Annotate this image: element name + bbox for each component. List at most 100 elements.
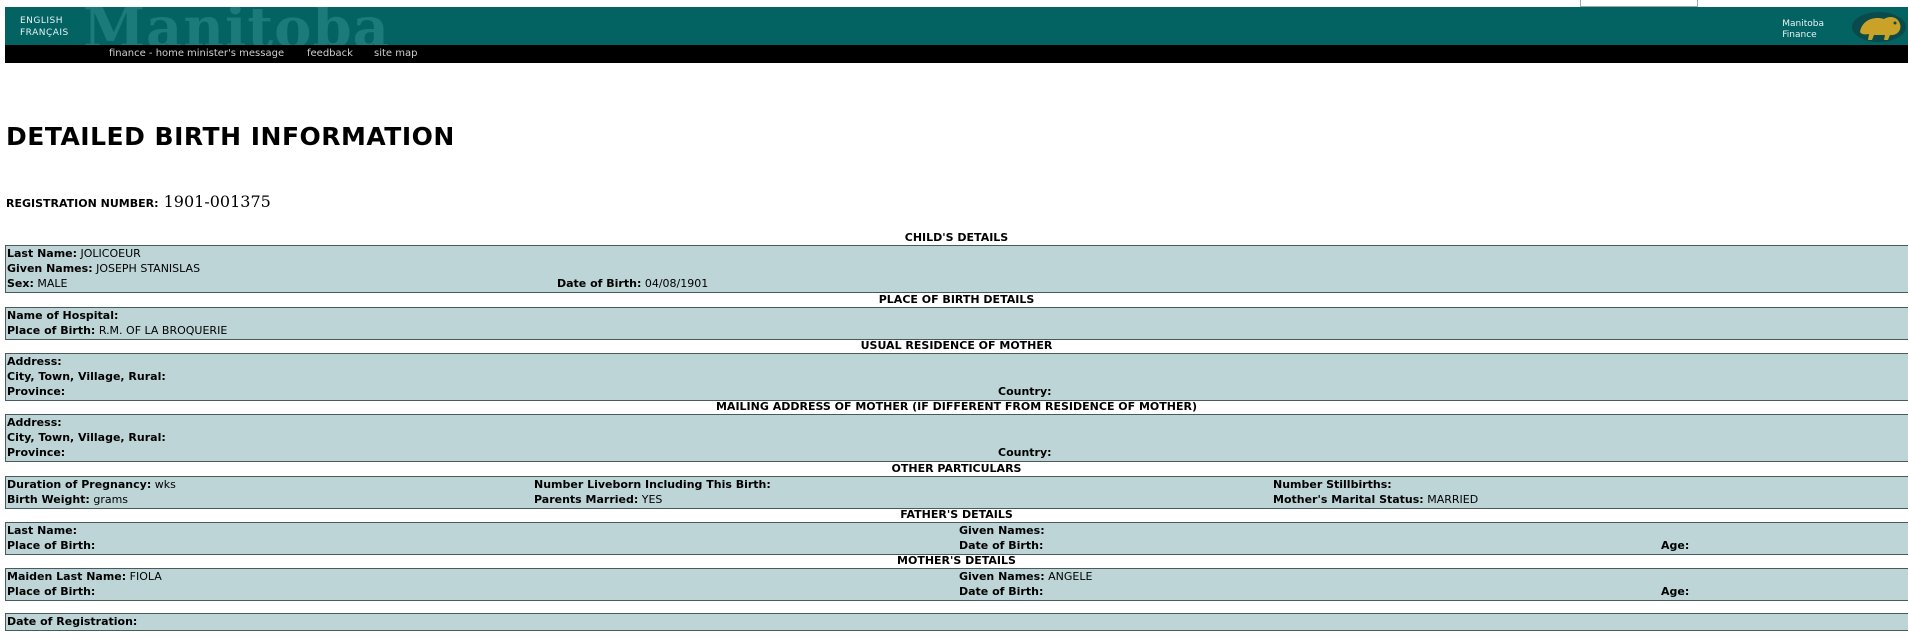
field-label: Maiden Last Name: [7,570,127,583]
child-date-of-birth: 04/08/1901 [644,277,709,290]
nav-finance-home[interactable]: finance - home [109,48,184,59]
registration-number: REGISTRATION NUMBER: 1901-001375 [6,192,271,211]
field-label: Name of Hospital: [7,309,119,322]
dept-line-2: Finance [1782,30,1817,40]
field-label: Address: [7,416,62,429]
field-label: Address: [7,355,62,368]
field-label: Sex: [7,277,34,290]
registration-label: REGISTRATION NUMBER: [6,197,159,210]
section-heading: PLACE OF BIRTH DETAILS [878,293,1035,306]
field-label: Date of Birth: [959,585,1044,598]
place-of-birth-section: PLACE OF BIRTH DETAILS Name of Hospital:… [5,293,1908,340]
field-label: Province: [7,385,66,398]
record-row: Place of Birth: Date of Birth: Age: [6,584,1908,599]
section-heading: CHILD'S DETAILS [904,231,1009,244]
field-label: Date of Registration: [7,615,138,628]
mother-marital-status: MARRIED [1427,493,1479,506]
field-label: Country: [998,446,1052,459]
birth-weight: grams [93,493,129,506]
manitoba-watermark: Manitoba [83,7,390,45]
place-of-birth: R.M. OF LA BROQUERIE [98,324,228,337]
field-label: Given Names: [959,570,1045,583]
nav-feedback[interactable]: feedback [307,48,353,59]
record-row: Place of Birth: Date of Birth: Age: [6,538,1908,553]
record-row: Given Names: JOSEPH STANISLAS [6,261,1908,276]
field-label: Place of Birth: [7,324,96,337]
record-row: Address: [6,354,1908,369]
record-row: Name of Hospital: [6,308,1908,323]
lang-english-link[interactable]: ENGLISH [20,15,69,27]
section-heading: MOTHER'S DETAILS [897,554,1016,567]
field-label: Mother's Marital Status: [1273,493,1424,506]
nav-bar: finance - home minister's message feedba… [5,45,1908,63]
search-input[interactable] [1580,0,1698,7]
record-row: Province: Country: [6,384,1908,399]
record-row: Last Name: Given Names: [6,523,1908,538]
field-label: Last Name: [7,524,78,537]
field-label: Duration of Pregnancy: [7,478,152,491]
registration-date-section: Date of Registration: [5,613,1908,631]
field-label: City, Town, Village, Rural: [7,370,166,383]
record-row: City, Town, Village, Rural: [6,369,1908,384]
section-heading: MAILING ADDRESS OF MOTHER (IF DIFFERENT … [715,400,1198,413]
record-row: Last Name: JOLICOEUR [6,246,1908,261]
header-banner: ENGLISH FRANÇAIS Manitoba Manitoba Finan… [5,7,1908,45]
father-details-section: FATHER'S DETAILS Last Name: Given Names:… [5,508,1908,555]
section-heading: USUAL RESIDENCE OF MOTHER [860,339,1053,352]
field-label: City, Town, Village, Rural: [7,431,166,444]
child-details-box: Last Name: JOLICOEUR Given Names: JOSEPH… [5,245,1908,293]
dept-line-1: Manitoba [1782,19,1824,29]
field-label: Date of Birth: [959,539,1044,552]
field-label: Province: [7,446,66,459]
record-row: Duration of Pregnancy: wks Number Livebo… [6,477,1908,492]
field-label: Parents Married: [534,493,639,506]
field-label: Age: [1661,539,1690,552]
registration-date-box: Date of Registration: [5,613,1908,631]
child-details-section: CHILD'S DETAILS Last Name: JOLICOEUR Giv… [5,231,1908,293]
field-label: Number Liveborn Including This Birth: [534,478,771,491]
nav-site-map[interactable]: site map [374,48,417,59]
lang-french-link[interactable]: FRANÇAIS [20,27,69,39]
page: ENGLISH FRANÇAIS Manitoba Manitoba Finan… [0,0,1908,639]
field-label: Given Names: [7,262,93,275]
record-row: Birth Weight: grams Parents Married: YES… [6,492,1908,507]
field-label: Number Stillbirths: [1273,478,1392,491]
section-heading: OTHER PARTICULARS [891,462,1022,475]
place-of-birth-box: Name of Hospital: Place of Birth: R.M. O… [5,307,1908,340]
child-given-names: JOSEPH STANISLAS [96,262,201,275]
record-row: Maiden Last Name: FIOLA Given Names: ANG… [6,569,1908,584]
field-label: Place of Birth: [7,539,96,552]
department-name: Manitoba Finance [1782,19,1824,41]
other-particulars-section: OTHER PARTICULARS Duration of Pregnancy:… [5,462,1908,509]
bison-logo-icon[interactable] [1850,10,1908,44]
mother-given-names: ANGELE [1048,570,1093,583]
field-label: Age: [1661,585,1690,598]
record-row: Province: Country: [6,445,1908,460]
mother-details-box: Maiden Last Name: FIOLA Given Names: ANG… [5,568,1908,601]
pregnancy-duration: wks [154,478,176,491]
section-heading: FATHER'S DETAILS [900,508,1013,521]
field-label: Country: [998,385,1052,398]
record-row: Date of Registration: [6,614,1908,629]
father-details-box: Last Name: Given Names: Place of Birth: … [5,522,1908,555]
language-switcher: ENGLISH FRANÇAIS [20,15,69,39]
other-particulars-box: Duration of Pregnancy: wks Number Livebo… [5,476,1908,509]
parents-married: YES [641,493,663,506]
residence-box: Address: City, Town, Village, Rural: Pro… [5,353,1908,401]
child-last-name: JOLICOEUR [80,247,141,260]
record-row: Place of Birth: R.M. OF LA BROQUERIE [6,323,1908,338]
field-label: Last Name: [7,247,78,260]
mailing-address-box: Address: City, Town, Village, Rural: Pro… [5,414,1908,462]
mother-maiden-name: FIOLA [129,570,162,583]
record-row: City, Town, Village, Rural: [6,430,1908,445]
field-label: Birth Weight: [7,493,90,506]
page-title: DETAILED BIRTH INFORMATION [6,122,455,151]
field-label: Place of Birth: [7,585,96,598]
nav-ministers-message[interactable]: minister's message [187,48,284,59]
record-row: Address: [6,415,1908,430]
record-row: Sex: MALE Date of Birth: 04/08/1901 [6,276,1908,291]
child-sex: MALE [37,277,68,290]
field-label: Date of Birth: [557,277,642,290]
field-label: Given Names: [959,524,1045,537]
registration-value: 1901-001375 [163,192,271,211]
